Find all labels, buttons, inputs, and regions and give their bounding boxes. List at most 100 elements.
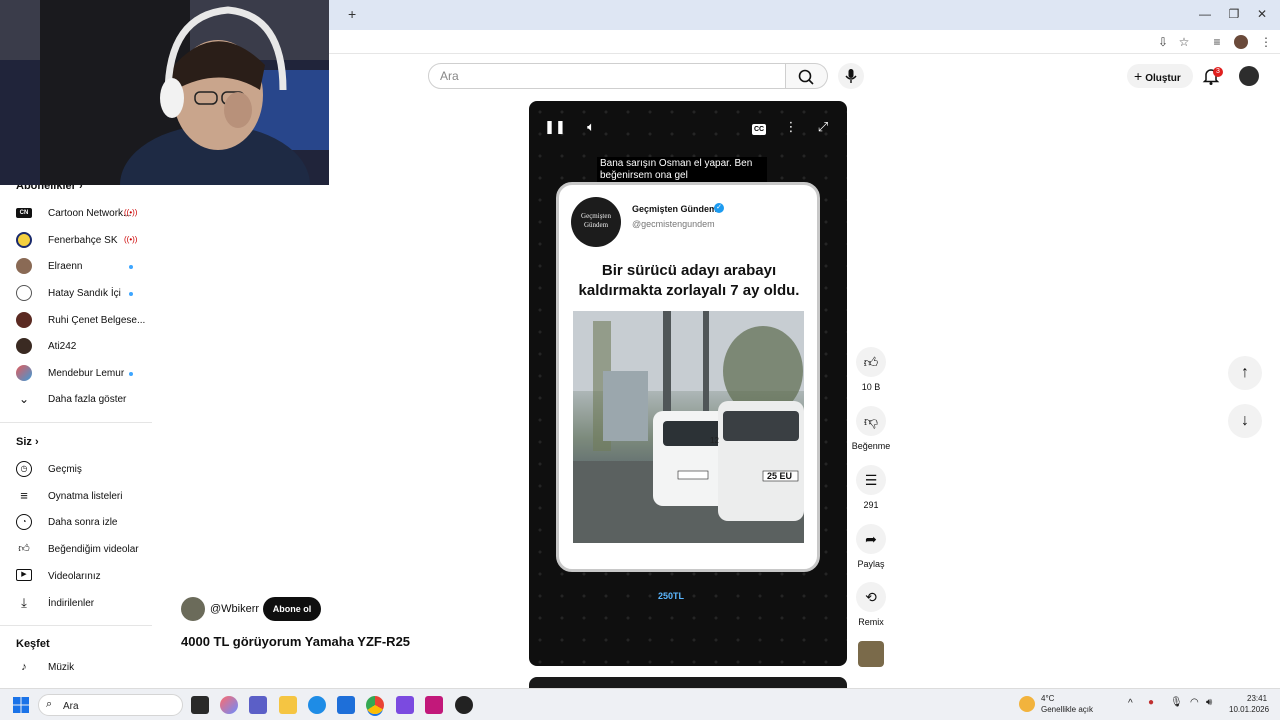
sidebar-item-ruhi-cenet[interactable]: Ruhi Çenet Belgese...: [0, 307, 150, 333]
obs-icon[interactable]: [455, 696, 473, 714]
media-control-icon[interactable]: ≡: [1209, 34, 1225, 50]
restore-icon[interactable]: ❐: [1224, 5, 1244, 23]
minimize-icon[interactable]: —: [1195, 5, 1215, 23]
security-icon[interactable]: ●: [1148, 697, 1154, 708]
weather-icon[interactable]: [1019, 696, 1035, 712]
explore-section-title: Keşfet: [16, 638, 50, 650]
clock-time[interactable]: 23:41: [1247, 694, 1267, 703]
sidebar-item-downloads[interactable]: ⤓ İndirilenler: [0, 590, 150, 616]
playlist-icon: ≡: [20, 488, 28, 503]
sidebar-item-cartoon-network[interactable]: CN Cartoon Network... ((•)): [0, 200, 150, 226]
sidebar-item-fenerbahce[interactable]: Fenerbahçe SK ((•)): [0, 227, 150, 253]
copilot-icon[interactable]: [220, 696, 238, 714]
sidebar-item-hatay-sandik-ici[interactable]: Hatay Sandık İçi: [0, 280, 150, 306]
edge-icon[interactable]: [308, 696, 326, 714]
install-app-icon[interactable]: ⇩: [1155, 34, 1171, 50]
pause-button[interactable]: ❚❚: [543, 115, 567, 139]
thumb-up-icon: 👍︎: [18, 543, 30, 555]
task-view-icon[interactable]: [191, 696, 209, 714]
sidebar-item-your-videos[interactable]: ▶ Videolarınız: [0, 563, 150, 589]
remix-label: Remix: [858, 617, 884, 627]
chevron-up-icon[interactable]: ^: [1128, 698, 1133, 709]
channel-name[interactable]: @Wbikerr: [210, 603, 259, 615]
search-button[interactable]: [786, 63, 828, 89]
sidebar-item-music[interactable]: ♪ Müzik: [0, 654, 150, 680]
store-icon[interactable]: [337, 696, 355, 714]
sidebar-item-label: Videolarınız: [48, 571, 101, 582]
sound-source-thumbnail[interactable]: [858, 641, 884, 667]
clipchamp-icon[interactable]: [396, 696, 414, 714]
shorts-player[interactable]: ❚❚ 🔈︎ CC ⋮ ⤢ Bana sarışın Osman el yapar…: [529, 101, 847, 666]
show-more-button[interactable]: ⌄ Daha fazla göster: [0, 386, 150, 412]
sidebar-item-ati242[interactable]: Ati242: [0, 333, 150, 359]
subscribe-button[interactable]: Abone ol: [263, 597, 321, 621]
sidebar-item-watch-later[interactable]: ◔ Daha sonra izle: [0, 509, 150, 535]
create-button[interactable]: + Oluştur: [1127, 64, 1193, 88]
sidebar-item-label: Ati242: [48, 341, 77, 352]
sidebar-item-label: Beğendiğim videolar: [48, 544, 139, 555]
like-count: 10 B: [861, 382, 881, 392]
windows-start-icon[interactable]: [13, 697, 29, 713]
more-vert-icon: ⋮: [784, 119, 798, 134]
browser-menu-icon[interactable]: ⋮: [1258, 34, 1274, 50]
video-watermark: 250TL: [657, 591, 684, 601]
video-title[interactable]: 4000 TL görüyorum Yamaha YZF-R25: [181, 634, 410, 649]
app-p-icon[interactable]: [425, 696, 443, 714]
file-explorer-icon[interactable]: [279, 696, 297, 714]
street-car-photo: 12 25 EU: [573, 311, 804, 543]
microphone-icon: [845, 69, 857, 83]
comment-icon: ☰: [864, 472, 878, 488]
card-headline: Bir sürücü adayı arabayı kaldırmakta zor…: [578, 262, 800, 299]
card-channel-logo: Geçmişten Gündem: [571, 197, 621, 247]
next-short-button[interactable]: ↓: [1228, 404, 1262, 438]
clock-icon: ◔: [16, 514, 32, 530]
bookmark-star-icon[interactable]: ☆: [1176, 34, 1192, 50]
more-options-button[interactable]: ⋮: [779, 115, 803, 139]
sidebar-item-playlists[interactable]: ≡ Oynatma listeleri: [0, 483, 150, 509]
account-avatar[interactable]: [1239, 66, 1259, 86]
volume-button[interactable]: 🔈︎: [579, 115, 603, 139]
ruhi-cenet-avatar: [16, 312, 32, 328]
sidebar-item-elraenn[interactable]: Elraenn: [0, 253, 150, 279]
taskbar-search-box[interactable]: ⌕ Ara: [38, 694, 183, 716]
channel-avatar[interactable]: [181, 597, 205, 621]
remix-button[interactable]: ⟲: [856, 582, 886, 612]
arrow-down-icon: ↓: [1241, 412, 1249, 429]
clock-date[interactable]: 10.01.2026: [1229, 705, 1269, 714]
search-input[interactable]: Ara: [428, 63, 786, 89]
music-icon: ♪: [21, 661, 27, 673]
chevron-down-icon: ⌄: [18, 392, 30, 406]
ati242-avatar: [16, 338, 32, 354]
video-icon: ▶: [16, 569, 32, 581]
verified-icon: ✓: [714, 203, 724, 213]
fullscreen-button[interactable]: ⤢: [811, 115, 835, 139]
you-section-title[interactable]: Siz ›: [16, 436, 39, 448]
sidebar-item-label: Ruhi Çenet Belgese...: [48, 315, 146, 326]
pause-icon: ❚❚: [544, 119, 566, 134]
thumb-down-icon: 👎︎: [863, 413, 879, 429]
sidebar-item-mendebur-lemur[interactable]: Mendebur Lemur: [0, 360, 150, 386]
share-button[interactable]: ➦: [856, 524, 886, 554]
tweet-card: Geçmişten Gündem Geçmişten Gündem ✓ @gec…: [556, 182, 820, 572]
fenerbahce-avatar: [16, 232, 32, 248]
profile-avatar-icon[interactable]: [1234, 35, 1248, 49]
previous-short-button[interactable]: ↑: [1228, 356, 1262, 390]
close-window-icon[interactable]: ✕: [1252, 5, 1272, 23]
speaker-icon[interactable]: 🔊︎: [1206, 697, 1212, 708]
new-tab-button[interactable]: +: [348, 6, 356, 22]
sidebar-item-history[interactable]: ◷ Geçmiş: [0, 456, 150, 482]
captions-button[interactable]: CC: [747, 115, 771, 139]
comments-button[interactable]: ☰: [856, 465, 886, 495]
voice-search-button[interactable]: [838, 63, 864, 89]
sidebar-divider: [0, 422, 152, 423]
like-button[interactable]: 👍︎: [856, 347, 886, 377]
comment-count: 291: [863, 500, 879, 510]
elraenn-avatar: [16, 258, 32, 274]
chrome-icon[interactable]: [366, 696, 384, 714]
dislike-button[interactable]: 👎︎: [856, 406, 886, 436]
sidebar-item-liked-videos[interactable]: 👍︎ Beğendiğim videolar: [0, 536, 150, 562]
teams-icon[interactable]: [249, 696, 267, 714]
plus-icon: +: [1134, 68, 1143, 84]
wifi-icon[interactable]: ◠: [1190, 697, 1199, 708]
microphone-tray-icon[interactable]: 🎙︎: [1170, 697, 1183, 708]
